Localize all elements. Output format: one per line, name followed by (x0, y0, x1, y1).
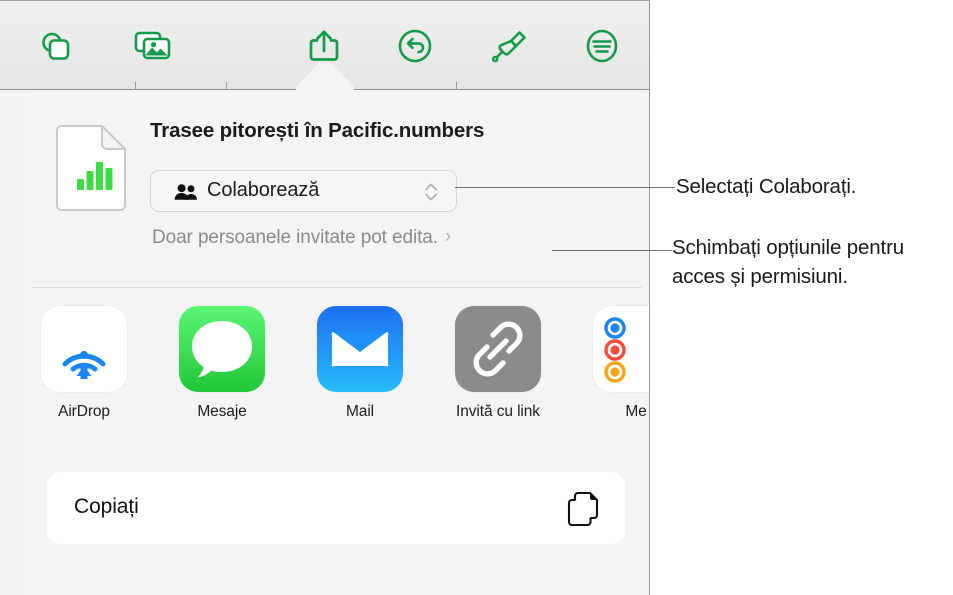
chevron-right-icon: › (444, 226, 452, 247)
share-target-label: Mail (345, 403, 375, 420)
insert-object-button[interactable] (28, 25, 84, 67)
format-brush-icon (489, 26, 529, 66)
share-target-label: Mesaje (197, 403, 247, 420)
mail-icon (317, 306, 403, 392)
screen: Trasee pitorești în Pacific.numbers Cola… (0, 0, 953, 595)
share-target-reminders[interactable]: Me (582, 306, 649, 421)
share-targets-row: AirDrop Mesaje Mail Invită cu link Me (22, 306, 649, 436)
document-options-icon (583, 27, 621, 65)
messages-icon (179, 306, 265, 392)
callout-change-options: Schimbați opțiunile pentru acces și perm… (672, 236, 904, 288)
undo-button[interactable] (387, 25, 443, 67)
document-options-button[interactable] (574, 25, 630, 67)
permissions-link[interactable]: Doar persoanele invitate pot edita. › (152, 227, 451, 249)
share-target-label: Me (625, 403, 647, 420)
collaborate-dropdown[interactable]: Colaborează (150, 170, 457, 212)
toolbar-divider (456, 82, 457, 89)
share-target-invite-link[interactable]: Invită cu link (444, 306, 552, 421)
share-target-mail[interactable]: Mail (306, 306, 414, 421)
popover-divider (32, 287, 642, 288)
share-target-messages[interactable]: Mesaje (168, 306, 276, 421)
link-icon (455, 306, 541, 392)
copy-icon (566, 491, 600, 527)
share-button[interactable] (296, 25, 352, 67)
popover-pointer (290, 63, 360, 91)
callout-leader-line (455, 187, 675, 188)
reminders-icon (593, 306, 649, 392)
copy-action-label: Copiați (74, 495, 139, 518)
chevron-up-down-icon (424, 181, 438, 203)
people-icon (174, 183, 198, 201)
app-window: Trasee pitorești în Pacific.numbers Cola… (0, 0, 650, 595)
share-target-label: Invită cu link (456, 403, 540, 420)
toolbar-divider (135, 82, 136, 89)
toolbar-divider (226, 82, 227, 89)
numbers-document-icon (55, 124, 127, 212)
collaborate-label: Colaborează (207, 179, 320, 201)
callout-leader-line (552, 250, 672, 251)
share-popover-header: Trasee pitorești în Pacific.numbers Cola… (22, 90, 649, 248)
share-icon (306, 26, 342, 66)
copy-action-row[interactable]: Copiați (47, 472, 625, 544)
airdrop-icon (41, 306, 127, 392)
format-button[interactable] (481, 25, 537, 67)
insert-object-icon (36, 28, 76, 64)
media-button[interactable] (125, 25, 181, 67)
share-popover: Trasee pitorești în Pacific.numbers Cola… (22, 90, 649, 595)
share-target-airdrop[interactable]: AirDrop (30, 306, 138, 421)
media-icon (132, 29, 174, 63)
permissions-text: Doar persoanele invitate pot edita. (152, 227, 438, 248)
callout-select-collaborate: Selectați Colaborați. (676, 175, 857, 198)
undo-icon (396, 27, 434, 65)
share-target-label: AirDrop (58, 403, 110, 420)
document-title: Trasee pitorești în Pacific.numbers (150, 119, 485, 142)
